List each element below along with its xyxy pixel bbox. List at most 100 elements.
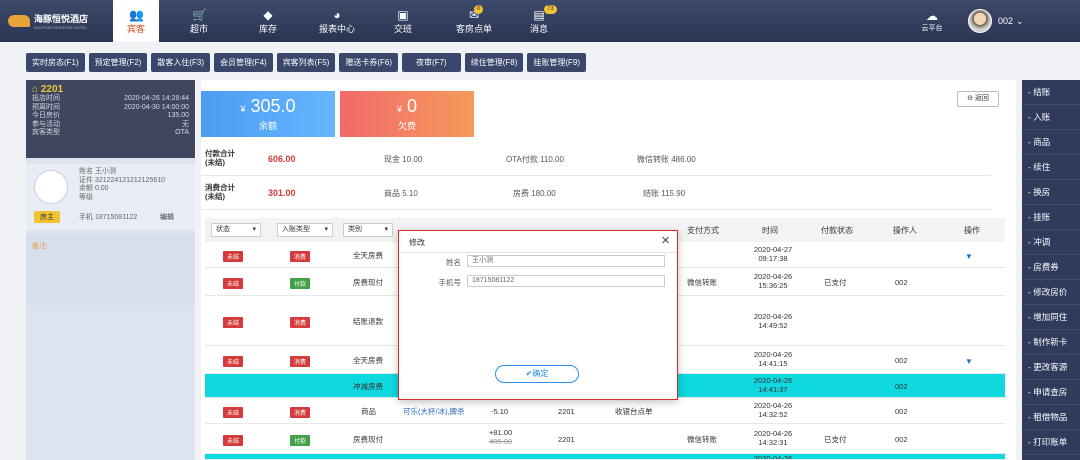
action-credit[interactable]: - 挂账 bbox=[1022, 205, 1080, 230]
status-tag: 未结 bbox=[223, 278, 244, 289]
name-label: 姓名 bbox=[446, 258, 461, 267]
time-cell: 2020-04-26 14:49:52 bbox=[745, 312, 801, 330]
name-field[interactable]: 王小测 bbox=[467, 255, 665, 267]
table-row[interactable]: 2020-04-26 bbox=[205, 454, 1005, 460]
time-cell: 2020-04-26 14:41:15 bbox=[745, 350, 801, 368]
table-row[interactable]: 未结 消费 商品 可乐(大杯/冰),脾杀 -5.10 2201 收银台点单 20… bbox=[205, 398, 1005, 424]
action-extend[interactable]: - 续住 bbox=[1022, 155, 1080, 180]
expand-caret-icon[interactable]: ▼ bbox=[965, 357, 973, 366]
pay-label-line2: (未结) bbox=[205, 158, 225, 167]
chevron-down-icon: ▾ bbox=[384, 226, 388, 233]
time-date: 2020-04-27 bbox=[753, 245, 793, 254]
time-clock: 15:36:25 bbox=[758, 281, 788, 290]
action-rent-items[interactable]: - 租借物品 bbox=[1022, 405, 1080, 430]
name-field-value: 王小测 bbox=[472, 257, 493, 264]
departure-value: 2020-04-30 14:00:00 bbox=[124, 103, 189, 111]
category-filter[interactable]: 类别 ▾ bbox=[343, 223, 393, 237]
back-button[interactable]: ⊖ 返回 bbox=[957, 91, 999, 107]
table-row[interactable]: 未结 付款 房费现付 +81.00 405.00 2201 微信转账 2020-0… bbox=[205, 424, 1005, 454]
header-time: 时间 bbox=[762, 226, 778, 235]
action-post-entry[interactable]: - 入账 bbox=[1022, 105, 1080, 130]
room-info-row: 宾客类型 OTA bbox=[32, 129, 189, 138]
edit-guest-button[interactable]: 编辑 bbox=[160, 212, 174, 222]
confirm-button[interactable]: ✔确定 bbox=[495, 365, 579, 383]
operator-cell: 002 bbox=[895, 435, 908, 444]
activity-value: 无 bbox=[182, 120, 189, 128]
nav-guests[interactable]: 👥 宾客 bbox=[113, 0, 159, 42]
action-label: 挂账 bbox=[1033, 212, 1051, 222]
nav-market[interactable]: 🛒 超市 bbox=[176, 0, 222, 42]
action-label: 商品 bbox=[1033, 137, 1051, 147]
action-adjust[interactable]: - 冲调 bbox=[1022, 230, 1080, 255]
action-label: 冲调 bbox=[1033, 237, 1051, 247]
action-label: 租借物品 bbox=[1033, 412, 1068, 422]
entry-type-filter[interactable]: 入账类型 ▾ bbox=[277, 223, 333, 237]
status-tag: 未结 bbox=[223, 435, 244, 446]
tab-credit[interactable]: 挂账管理(F9) bbox=[527, 53, 587, 72]
close-icon[interactable]: ✕ bbox=[661, 234, 670, 247]
tab-room-status[interactable]: 实时房态(F1) bbox=[26, 53, 85, 72]
back-icon: ⊖ bbox=[967, 95, 975, 102]
action-make-card[interactable]: - 制作新卡 bbox=[1022, 330, 1080, 355]
guest-balance: 余额 0.00 bbox=[79, 185, 109, 192]
tab-members[interactable]: 会员管理(F4) bbox=[214, 53, 273, 72]
time-date: 2020-04-26 bbox=[753, 272, 793, 281]
room-number: ⌂ 2201 bbox=[32, 84, 189, 95]
nav-room-order[interactable]: ✉ 0 客房点单 bbox=[446, 0, 502, 42]
tab-coupons[interactable]: 赠送卡券(F6) bbox=[339, 53, 399, 72]
payment-total-value: 606.00 bbox=[268, 154, 296, 164]
header-pay-method: 支付方式 bbox=[687, 226, 719, 235]
action-label: 房费券 bbox=[1033, 262, 1059, 272]
chevron-down-icon: ⌄ bbox=[1016, 15, 1024, 26]
messages-badge: 73 bbox=[544, 5, 557, 14]
action-edit-rate[interactable]: - 修改房价 bbox=[1022, 280, 1080, 305]
category-cell: 房费现付 bbox=[353, 278, 383, 287]
room-info-row: 今日房价 135.00 bbox=[32, 112, 189, 121]
guest-phone: 手机 18715081122 bbox=[79, 214, 138, 221]
user-name: 002 bbox=[998, 16, 1014, 26]
wechat-item: 微信转账 486.00 bbox=[637, 155, 696, 164]
pay-method-cell: 收银台点单 bbox=[615, 407, 653, 416]
time-clock: 14:32:31 bbox=[758, 438, 788, 447]
guest-level: 等级 bbox=[79, 193, 93, 201]
time-date: 2020-04-26 bbox=[753, 429, 793, 438]
status-filter[interactable]: 状态 ▾ bbox=[211, 223, 261, 237]
nav-handover[interactable]: ▣ 交班 bbox=[380, 0, 426, 42]
action-change-room[interactable]: - 换房 bbox=[1022, 180, 1080, 205]
tab-extend-stay[interactable]: 续住管理(F8) bbox=[464, 53, 524, 72]
remark-box[interactable]: 备注: bbox=[26, 235, 195, 305]
chevron-down-icon: ▾ bbox=[252, 226, 256, 233]
action-print-bill[interactable]: - 打印账单 bbox=[1022, 430, 1080, 455]
nav-room-order-label: 客房点单 bbox=[455, 24, 492, 34]
nav-messages[interactable]: ▤ 73 消息 bbox=[516, 0, 562, 42]
category-cell: 结账退款 bbox=[353, 317, 383, 326]
expand-caret-icon[interactable]: ▼ bbox=[965, 252, 973, 261]
tab-guest-list[interactable]: 宾客列表(F5) bbox=[276, 53, 336, 72]
time-cell: 2020-04-26 14:32:31 bbox=[745, 429, 801, 447]
phone-field[interactable]: 18715081122 bbox=[467, 275, 665, 287]
action-goods[interactable]: - 商品 bbox=[1022, 130, 1080, 155]
top-bar: 海豚恒悦酒店 DOLPHIN HENGYUE HOTEL 👥 宾客 🛒 超市 ◆… bbox=[0, 0, 1080, 42]
cloud-icon: ☁ bbox=[926, 9, 938, 23]
pay-status-cell: 已支付 bbox=[824, 435, 847, 444]
master-badge: 房主 bbox=[34, 211, 60, 223]
cloud-platform-button[interactable]: ☁ 云平台 bbox=[916, 0, 948, 42]
amount-cell: +81.00 405.00 bbox=[489, 428, 512, 446]
tab-reservation[interactable]: 预定管理(F2) bbox=[88, 53, 148, 72]
guest-card: 姓名 王小测 证件 321224121212125610 余额 0.00 等级 … bbox=[26, 164, 195, 230]
nav-inventory[interactable]: ◆ 库存 bbox=[245, 0, 291, 42]
tab-night-audit[interactable]: 夜审(F7) bbox=[402, 53, 461, 72]
user-menu[interactable]: 002 ⌄ bbox=[968, 8, 1024, 34]
nav-reports[interactable]: ◕ 报表中心 bbox=[312, 0, 362, 42]
room-fee-item: 房费 180.00 bbox=[513, 189, 556, 198]
action-room-coupon[interactable]: - 房费券 bbox=[1022, 255, 1080, 280]
currency-symbol: ¥ bbox=[396, 104, 402, 114]
consumption-total-label: 消费合计 (未结) bbox=[205, 183, 235, 201]
item-link[interactable]: 可乐(大杯/冰),脾杀 bbox=[403, 407, 465, 416]
action-room-inspection[interactable]: - 申请查房 bbox=[1022, 380, 1080, 405]
status-tag: 未结 bbox=[223, 251, 244, 262]
action-change-source[interactable]: - 更改客源 bbox=[1022, 355, 1080, 380]
tab-walkin[interactable]: 散客入住(F3) bbox=[151, 53, 211, 72]
action-add-cohabitant[interactable]: - 增加同住 bbox=[1022, 305, 1080, 330]
action-checkout[interactable]: - 结账 bbox=[1022, 80, 1080, 105]
